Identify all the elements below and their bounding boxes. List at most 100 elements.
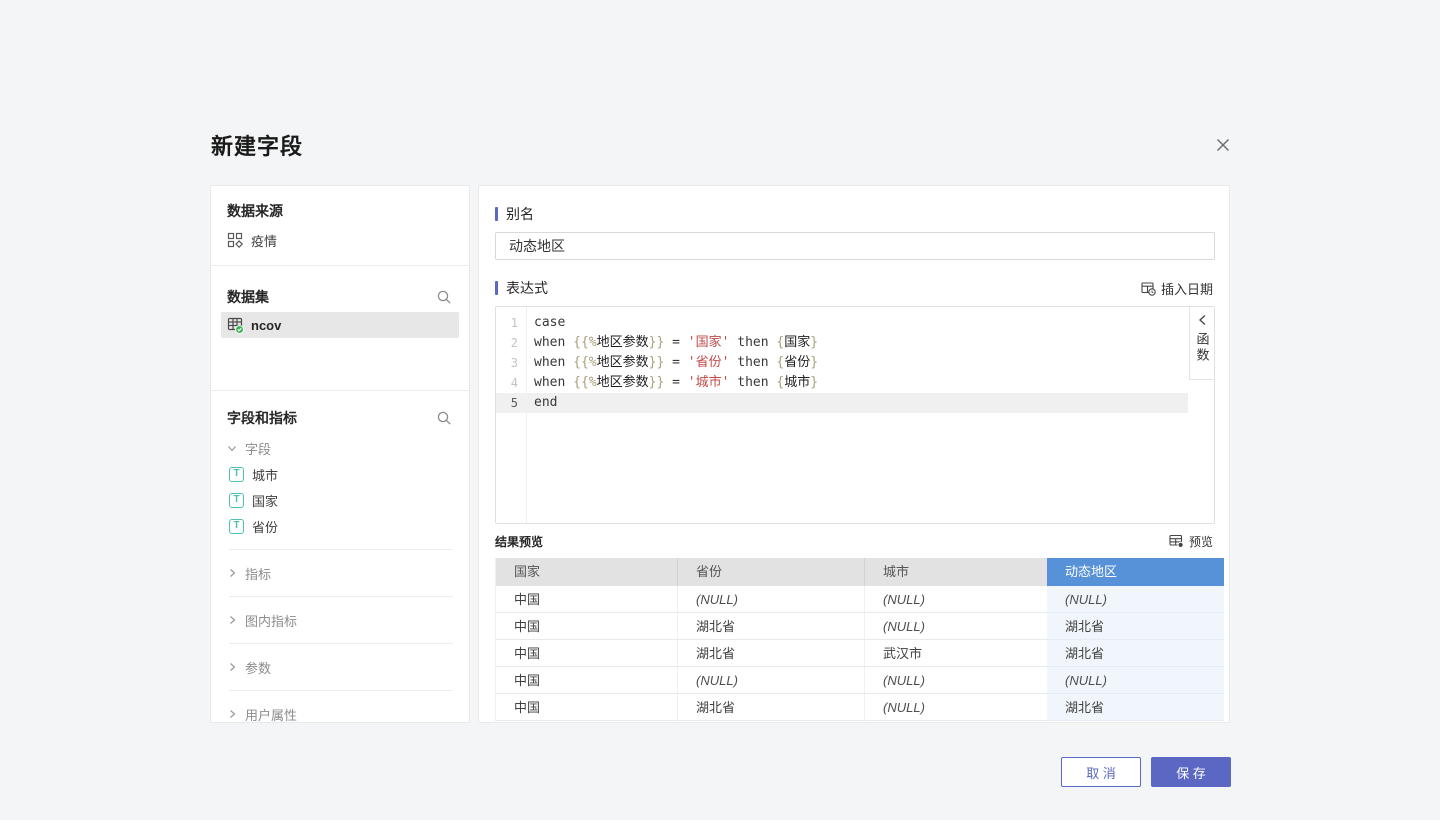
column-header-2[interactable]: 省份 (678, 558, 865, 586)
table-row: 中国(NULL)(NULL)(NULL) (496, 667, 1222, 694)
text-field-icon: T (229, 519, 244, 534)
code-line-2[interactable]: 2when {{%地区参数}} = '国家' then {国家} (496, 333, 1188, 353)
table-cell: 湖北省 (678, 613, 865, 640)
code-line-5[interactable]: 5end (496, 393, 1188, 413)
fields-section-title: 字段和指标 (227, 408, 297, 428)
group-label: 图内指标 (245, 611, 297, 630)
field-item-label: 国家 (252, 491, 278, 510)
field-item-label: 城市 (252, 465, 278, 484)
chevron-right-icon (227, 615, 237, 625)
datasource-section-title: 数据来源 (227, 201, 453, 221)
table-cell: 湖北省 (1047, 613, 1224, 640)
new-field-dialog: 新建字段 数据来源 疫情 数据集 (0, 0, 1440, 820)
code-lines: 1case2when {{%地区参数}} = '国家' then {国家}3wh… (496, 307, 1214, 413)
chevron-right-icon (227, 709, 237, 719)
datasource-icon (227, 232, 243, 248)
group-toggle-4[interactable]: 用户属性 (227, 701, 453, 727)
dataset-item-label: ncov (251, 318, 281, 333)
insert-date-button[interactable]: 插入日期 (1141, 279, 1213, 298)
field-item-3[interactable]: T省份 (227, 513, 453, 539)
preview-table: 国家省份城市动态地区 中国(NULL)(NULL)(NULL)中国湖北省(NUL… (495, 558, 1223, 721)
functions-panel: 函数 (1189, 307, 1214, 380)
search-icon[interactable] (436, 289, 453, 306)
table-cell: (NULL) (865, 586, 1047, 613)
divider (229, 690, 453, 691)
line-number: 5 (496, 393, 526, 413)
dataset-table-icon (227, 316, 245, 334)
datasource-item-label: 疫情 (251, 231, 277, 250)
group-toggle-3[interactable]: 参数 (227, 654, 453, 680)
expression-label: 表达式 (506, 278, 548, 298)
group-list: 指标图内指标参数用户属性 (227, 549, 453, 727)
field-item-1[interactable]: T 城市 (227, 461, 453, 487)
code-text: when {{%地区参数}} = '国家' then {国家} (526, 333, 818, 353)
save-button[interactable]: 保 存 (1151, 757, 1231, 787)
column-header-3[interactable]: 城市 (865, 558, 1047, 586)
divider (229, 596, 453, 597)
chevron-down-icon (227, 443, 237, 453)
expression-editor[interactable]: 1case2when {{%地区参数}} = '国家' then {国家}3wh… (495, 306, 1215, 524)
line-number: 2 (496, 333, 526, 353)
table-row: 中国湖北省(NULL)湖北省 (496, 694, 1222, 721)
table-cell: (NULL) (678, 586, 865, 613)
close-button[interactable] (1210, 132, 1236, 158)
group-toggle-1[interactable]: 指标 (227, 560, 453, 586)
group-label: 用户属性 (245, 705, 297, 724)
table-cell: (NULL) (865, 667, 1047, 694)
table-cell: 湖北省 (678, 640, 865, 667)
preview-table-icon (1169, 534, 1184, 548)
line-number: 1 (496, 313, 526, 333)
datasource-item[interactable]: 疫情 (227, 230, 453, 250)
table-cell: (NULL) (865, 613, 1047, 640)
sidebar: 数据来源 疫情 数据集 (210, 185, 470, 723)
column-header-4[interactable]: 动态地区 (1047, 558, 1224, 586)
preview-table-body: 中国(NULL)(NULL)(NULL)中国湖北省(NULL)湖北省中国湖北省武… (496, 586, 1222, 721)
text-field-icon: T (229, 467, 244, 482)
dialog-footer: 取 消 保 存 (1061, 757, 1231, 787)
chevron-right-icon (227, 568, 237, 578)
insert-date-label: 插入日期 (1161, 279, 1213, 298)
field-group-label: 字段 (245, 439, 271, 458)
search-icon[interactable] (436, 410, 453, 427)
close-icon (1214, 136, 1232, 154)
table-cell: 中国 (496, 667, 678, 694)
chevron-right-icon (227, 662, 237, 672)
table-cell: 中国 (496, 613, 678, 640)
field-item-2[interactable]: T 国家 (227, 487, 453, 513)
main-panel: 别名 表达式 插入日期 (478, 185, 1230, 723)
code-text: end (526, 393, 557, 413)
table-cell: (NULL) (678, 667, 865, 694)
cancel-button[interactable]: 取 消 (1061, 757, 1141, 787)
expand-functions-button[interactable] (1197, 312, 1208, 328)
table-cell: (NULL) (1047, 586, 1224, 613)
result-preview-label: 结果预览 (495, 533, 543, 550)
divider (229, 549, 453, 550)
functions-label: 函数 (1193, 332, 1212, 364)
preview-table-head: 国家省份城市动态地区 (496, 558, 1222, 586)
chevron-left-icon (1197, 314, 1208, 326)
column-header-1[interactable]: 国家 (496, 558, 678, 586)
table-cell: 湖北省 (1047, 694, 1224, 721)
code-line-3[interactable]: 3when {{%地区参数}} = '省份' then {省份} (496, 353, 1188, 373)
field-group-toggle[interactable]: 字段 (227, 435, 453, 461)
table-cell: 中国 (496, 694, 678, 721)
table-cell: (NULL) (1047, 667, 1224, 694)
text-field-icon: T (229, 493, 244, 508)
code-text: when {{%地区参数}} = '城市' then {城市} (526, 373, 818, 393)
code-line-1[interactable]: 1case (496, 313, 1188, 333)
group-label: 指标 (245, 564, 271, 583)
line-number: 3 (496, 353, 526, 373)
code-text: case (526, 313, 565, 333)
alias-input[interactable] (495, 232, 1215, 260)
group-label: 参数 (245, 658, 271, 677)
alias-label: 别名 (506, 204, 534, 224)
dataset-item-ncov[interactable]: ncov (221, 312, 459, 338)
table-row: 中国湖北省(NULL)湖北省 (496, 613, 1222, 640)
group-toggle-2[interactable]: 图内指标 (227, 607, 453, 633)
preview-button[interactable]: 预览 (1169, 533, 1213, 550)
code-line-4[interactable]: 4when {{%地区参数}} = '城市' then {城市} (496, 373, 1188, 393)
preview-button-label: 预览 (1189, 533, 1213, 550)
section-bar (495, 281, 498, 295)
insert-date-icon (1141, 281, 1156, 296)
table-cell: 湖北省 (1047, 640, 1224, 667)
